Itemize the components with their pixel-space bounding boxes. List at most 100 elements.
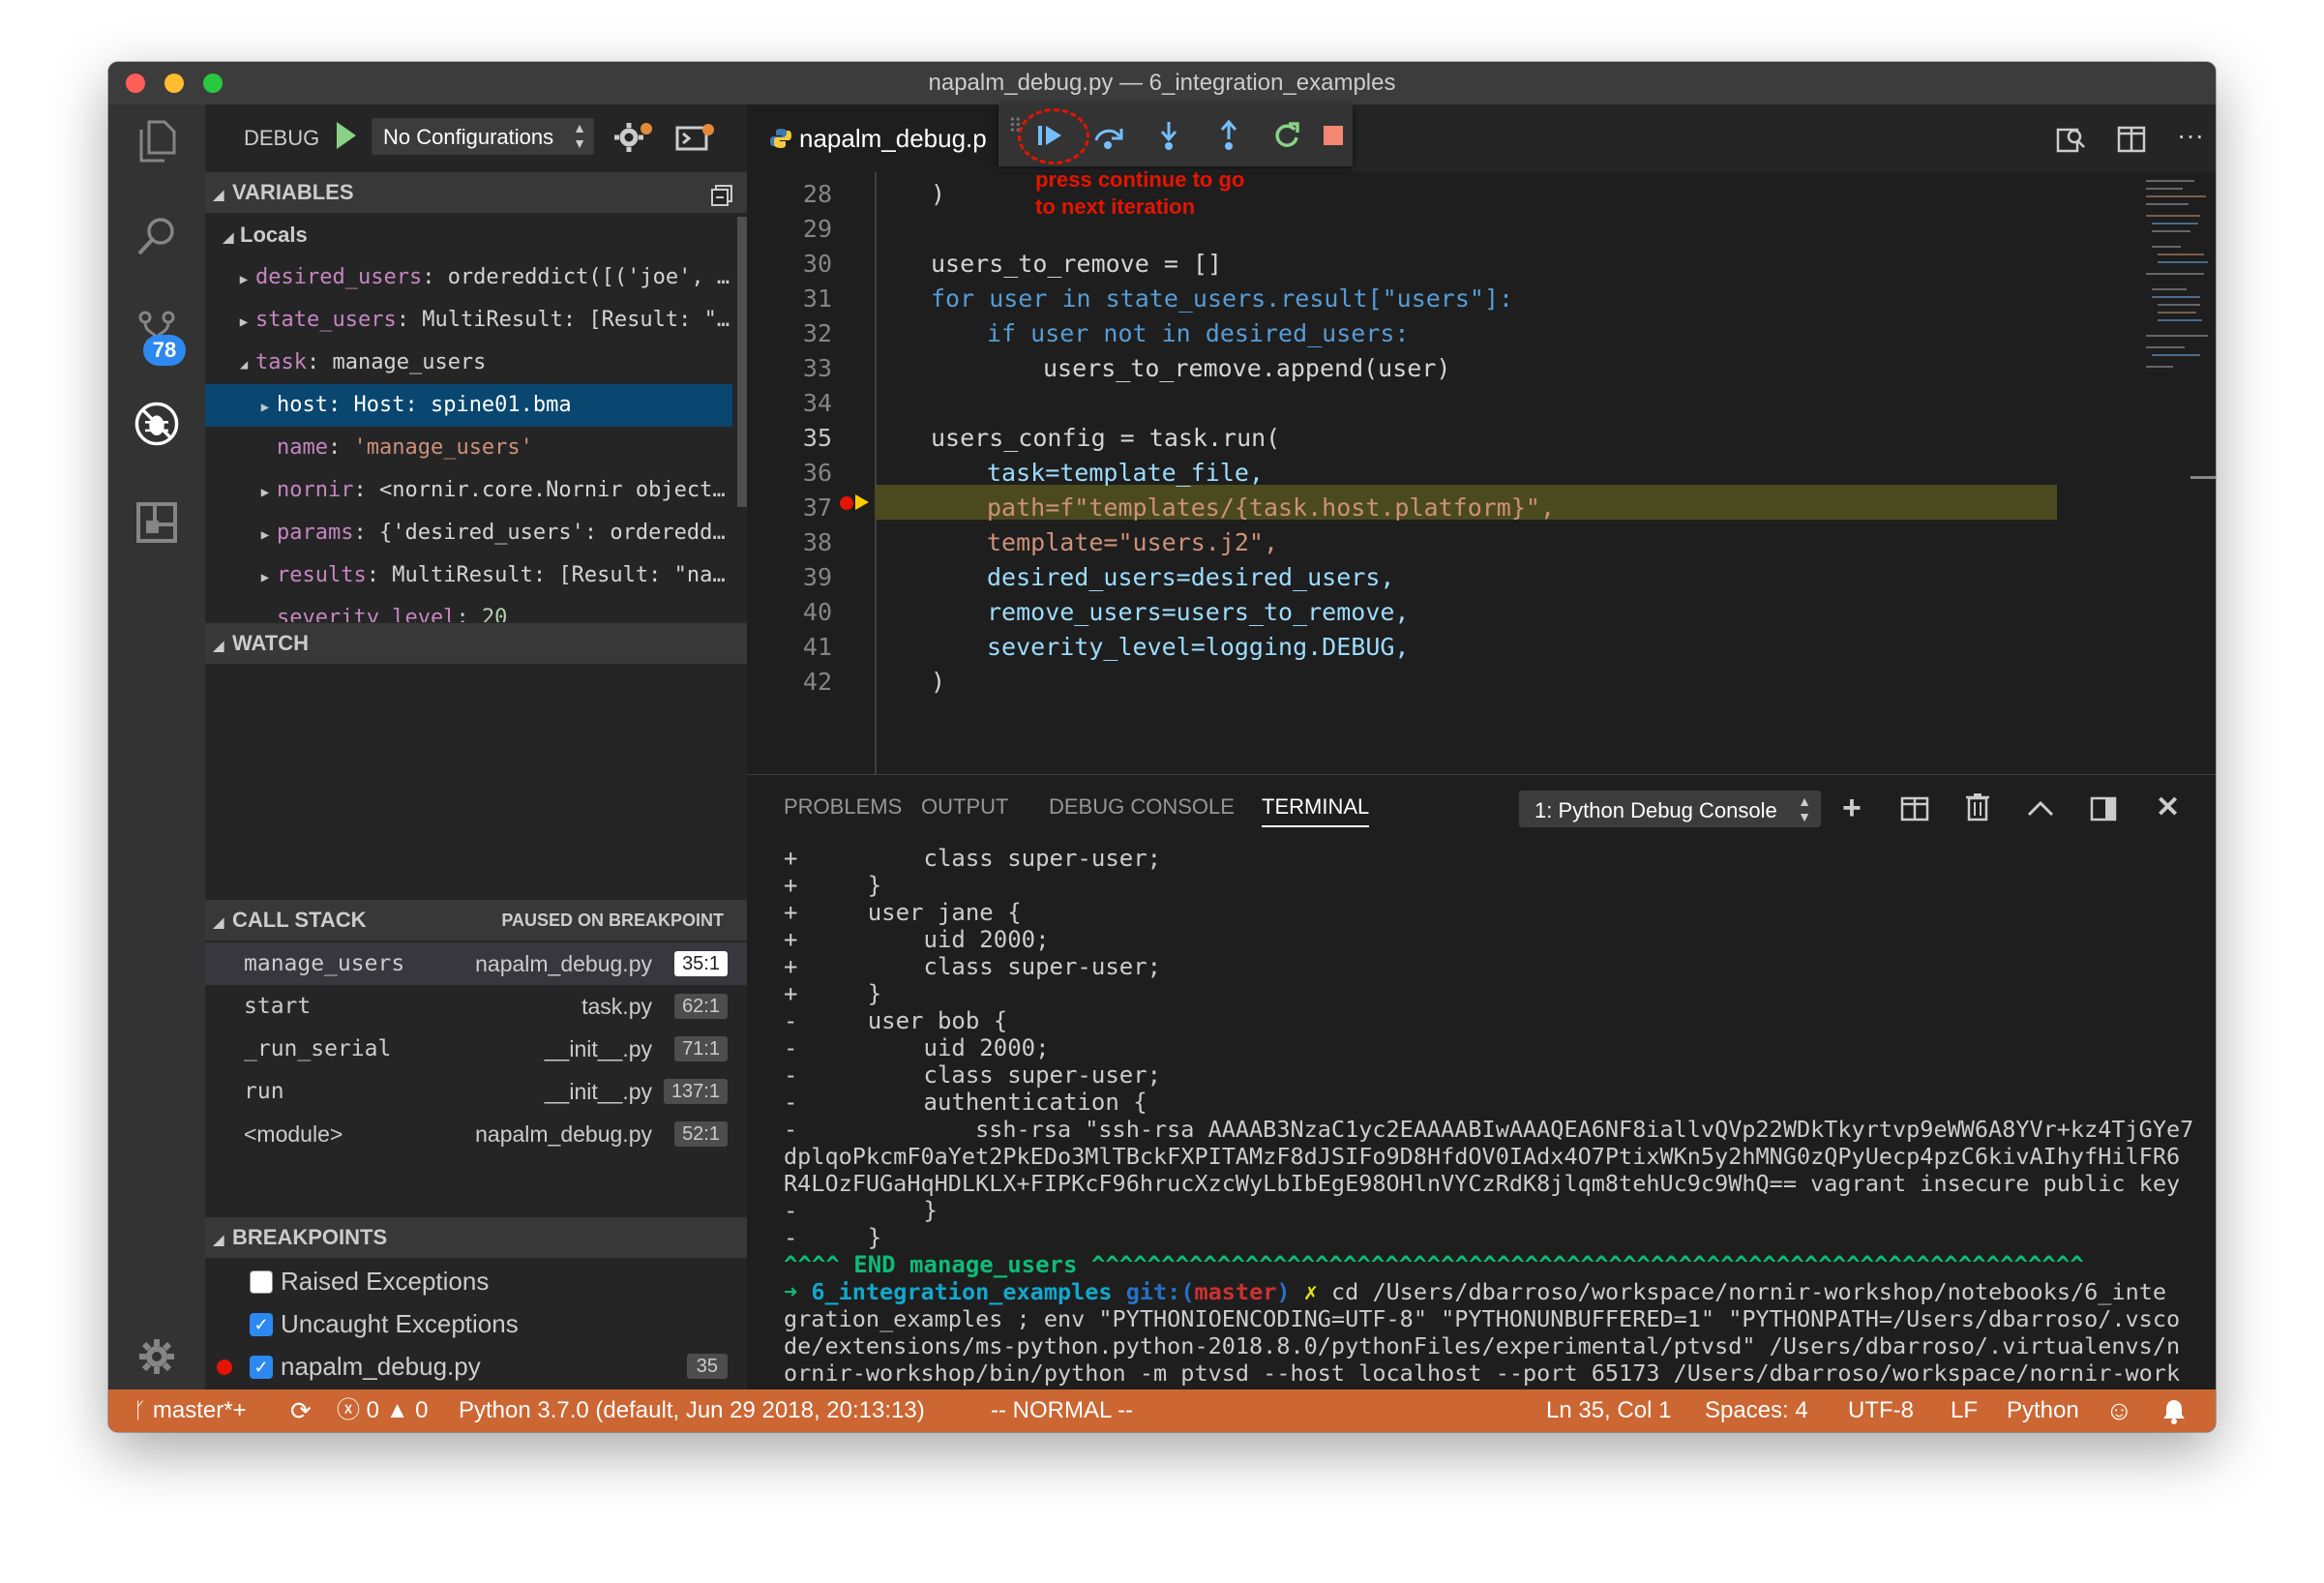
encoding[interactable]: UTF-8: [1848, 1389, 1914, 1432]
editor-tab-napalm-debug[interactable]: napalm_debug.p: [747, 105, 998, 172]
extensions-icon[interactable]: [134, 499, 180, 546]
variables-section-header[interactable]: ◢ VARIABLES: [205, 172, 747, 213]
open-launch-gear-icon[interactable]: [613, 120, 656, 160]
call-stack-section-header[interactable]: ◢ CALL STACK PAUSED ON BREAKPOINT: [205, 900, 747, 941]
variable-params[interactable]: ▶ params: {'desired_users': orderedd...: [205, 512, 732, 554]
prompt-git-close: ): [1276, 1278, 1291, 1305]
warning-icon: ▲: [385, 1397, 409, 1423]
breakpoint-dot-icon: [217, 1359, 232, 1375]
variable-state-users[interactable]: ▶ state_users: MultiResult: [Result: "...: [205, 299, 732, 342]
minimize-window-button[interactable]: [164, 74, 184, 93]
split-editor-icon[interactable]: [2117, 126, 2146, 158]
warning-count: 0: [415, 1397, 429, 1423]
stop-button[interactable]: [1310, 116, 1356, 155]
code-line: 42): [747, 665, 2101, 700]
line-number: 40: [802, 598, 832, 626]
vscode-window: napalm_debug.py — 6_integration_examples…: [108, 62, 2216, 1432]
breakpoint-raised-exceptions[interactable]: Raised Exceptions: [205, 1260, 747, 1302]
raised-exceptions-checkbox[interactable]: [250, 1270, 273, 1294]
call-stack-frame[interactable]: start task.py 62:1: [205, 985, 747, 1028]
breakpoint-file[interactable]: ✓ napalm_debug.py 35: [205, 1345, 747, 1388]
variable-results[interactable]: ▶ results: MultiResult: [Result: "na...: [205, 554, 732, 597]
notifications-bell-icon[interactable]: [2161, 1389, 2187, 1432]
frame-function: <module>: [244, 1121, 343, 1147]
terminal-line: + uid 2000;: [784, 926, 1050, 953]
language-mode[interactable]: Python: [2007, 1389, 2079, 1432]
uncaught-exceptions-checkbox[interactable]: ✓: [250, 1313, 273, 1336]
restart-button[interactable]: [1264, 116, 1310, 155]
line-number: 28: [802, 180, 832, 208]
cursor-position[interactable]: Ln 35, Col 1: [1546, 1389, 1671, 1432]
code-line: 35 users_config = task.run(: [747, 421, 2101, 456]
tab-problems[interactable]: PROBLEMS: [784, 794, 902, 820]
terminal-select[interactable]: 1: Python Debug Console ▲ ▼: [1519, 791, 1821, 827]
variable-value: 20: [481, 606, 508, 622]
variable-nornir[interactable]: ▶ nornir: <nornir.core.Nornir object...: [205, 469, 732, 512]
call-stack-frame[interactable]: _run_serial __init__.py 71:1: [205, 1028, 747, 1070]
variable-host-selected[interactable]: ▶ host: Host: spine01.bma: [205, 384, 732, 427]
napalm-debug-breakpoint-checkbox[interactable]: ✓: [250, 1356, 273, 1379]
terminal-output[interactable]: + class super-user; + } + user jane { + …: [747, 845, 2216, 1390]
call-stack-frame[interactable]: <module> napalm_debug.py 52:1: [205, 1113, 747, 1155]
tab-output[interactable]: OUTPUT: [921, 794, 1008, 820]
editor-scrollbar-marker: [2190, 476, 2216, 479]
locals-scope[interactable]: ◢ Locals: [205, 214, 732, 256]
tab-debug-console[interactable]: DEBUG CONSOLE: [1049, 794, 1235, 820]
code-text: desired_users=desired_users,: [987, 563, 1395, 591]
variable-severity-level[interactable]: severity_level: 20: [205, 597, 732, 622]
code-text: task=template_file,: [987, 459, 1264, 487]
end-of-line[interactable]: LF: [1951, 1389, 1978, 1432]
variable-task[interactable]: ◢ task: manage_users: [205, 342, 732, 384]
paused-status: PAUSED ON BREAKPOINT: [501, 911, 724, 930]
configuration-select[interactable]: No Configurations ▲ ▼: [372, 118, 594, 155]
problems-item[interactable]: ⓧ 0 ▲ 0: [337, 1389, 429, 1432]
toggle-panel-position-icon[interactable]: [2090, 796, 2117, 826]
code-line: 31 for user in state_users.result["users"…: [747, 282, 2101, 316]
terminal-line: dplqoPkcmF0aYet2PkEDo3MlTBckFXPITAMzF8dJ…: [784, 1143, 2181, 1170]
sync-icon[interactable]: ⟳: [290, 1389, 312, 1432]
feedback-smiley-icon[interactable]: ☺: [2105, 1389, 2133, 1432]
open-changes-icon[interactable]: [2055, 124, 2086, 160]
debug-console-toggle-icon[interactable]: [675, 124, 714, 156]
variables-scrollbar[interactable]: [737, 217, 747, 507]
python-interpreter[interactable]: Python 3.7.0 (default, Jun 29 2018, 20:1…: [459, 1389, 925, 1432]
new-terminal-icon[interactable]: +: [1842, 789, 1862, 827]
tab-terminal[interactable]: TERMINAL: [1262, 794, 1370, 827]
step-out-button[interactable]: [1206, 116, 1252, 155]
search-icon[interactable]: [134, 213, 180, 259]
debug-icon[interactable]: [134, 401, 180, 447]
minimap[interactable]: [2140, 172, 2216, 774]
breakpoints-section-header[interactable]: ◢ BREAKPOINTS: [205, 1217, 747, 1258]
more-actions-icon[interactable]: ···: [2177, 120, 2204, 151]
code-line: 29: [747, 212, 2101, 247]
code-area[interactable]: 28) 29 30 users_to_remove = [] 31 for user…: [747, 172, 2140, 774]
zoom-window-button[interactable]: [203, 74, 223, 93]
split-terminal-icon[interactable]: [1900, 796, 1929, 826]
kill-terminal-trash-icon[interactable]: [1966, 792, 1989, 826]
line-number: 33: [802, 354, 832, 382]
git-branch-item[interactable]: ᚴ master*+: [134, 1389, 247, 1432]
line-number: 32: [802, 319, 832, 347]
start-debugging-button[interactable]: [337, 122, 356, 149]
indentation[interactable]: Spaces: 4: [1705, 1389, 1808, 1432]
close-panel-icon[interactable]: ✕: [2156, 791, 2180, 824]
explorer-icon[interactable]: [134, 118, 180, 164]
terminal-line: de/extensions/ms-python.python-2018.8.0/…: [784, 1332, 2181, 1359]
maximize-panel-chevron-up-icon[interactable]: [2026, 798, 2055, 822]
editor-area: napalm_debug.p ⠿ ··· press continue to g…: [747, 105, 2216, 774]
variable-value: {'desired_users': orderedd...: [378, 521, 732, 545]
manage-gear-icon[interactable]: [134, 1333, 180, 1380]
variable-desired-users[interactable]: ▶ desired_users: ordereddict([('joe', ...: [205, 256, 732, 299]
breakpoint-uncaught-exceptions[interactable]: ✓ Uncaught Exceptions: [205, 1302, 747, 1345]
variable-name-field[interactable]: name: 'manage_users': [205, 427, 732, 469]
step-over-button[interactable]: [1086, 116, 1132, 155]
breakpoint-label: Raised Exceptions: [281, 1267, 490, 1296]
breakpoint-label: napalm_debug.py: [281, 1352, 481, 1381]
close-window-button[interactable]: [126, 74, 145, 93]
code-line: 41 severity_level=logging.DEBUG,: [747, 630, 2101, 665]
watch-section-header[interactable]: ◢ WATCH: [205, 623, 747, 664]
code-line: 39 desired_users=desired_users,: [747, 560, 2101, 595]
step-into-button[interactable]: [1146, 116, 1192, 155]
call-stack-frame[interactable]: manage_users napalm_debug.py 35:1: [205, 942, 747, 985]
call-stack-frame[interactable]: run __init__.py 137:1: [205, 1070, 747, 1113]
